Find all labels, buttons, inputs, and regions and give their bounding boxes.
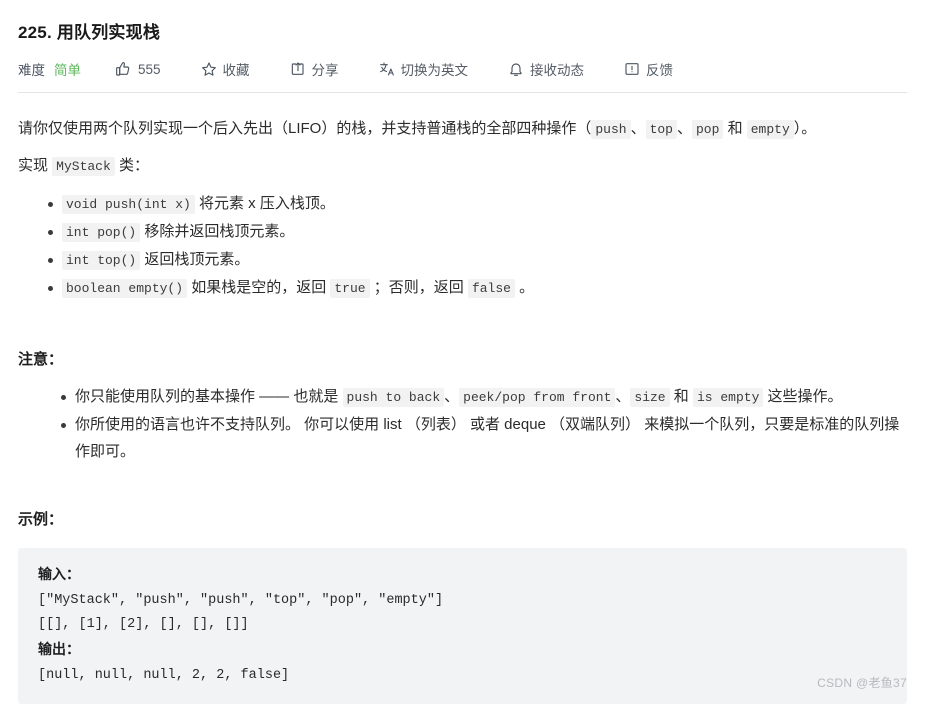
share-button[interactable]: 分享: [290, 59, 339, 79]
problem-title-text: 用队列实现栈: [51, 23, 161, 42]
code-is-empty: is empty: [692, 388, 764, 407]
thumbs-up-icon: [115, 61, 131, 77]
api-signature: void push(int x): [62, 195, 195, 214]
code-true: true: [330, 279, 370, 298]
api-description: 移除并返回栈顶元素。: [140, 223, 295, 240]
example-input-label: 输入：: [38, 566, 80, 582]
api-description: 将元素 x 压入栈顶。: [194, 195, 335, 212]
code-peek-pop-from-front: peek/pop from front: [459, 388, 616, 407]
list-item: 你所使用的语言也许不支持队列。 你可以使用 list （列表） 或者 deque…: [61, 411, 907, 465]
star-icon: [201, 61, 217, 77]
desc-p2-a: 实现: [18, 157, 53, 174]
example-output-line-1: [null, null, null, 2, 2, false]: [38, 668, 290, 683]
notes-heading: 注意：: [18, 351, 64, 368]
translate-label: 切换为英文: [400, 63, 469, 78]
description-paragraph-1: 请你仅使用两个队列实现一个后入先出（LIFO）的栈，并支持普通栈的全部四种操作（…: [18, 114, 907, 145]
code-push: push: [591, 120, 631, 139]
api-description-3: 。: [514, 279, 535, 296]
code-size: size: [630, 388, 670, 407]
list-item: boolean empty() 如果栈是空的，返回 true ；否则，返回 fa…: [48, 274, 907, 302]
difficulty: 难度 简单: [18, 59, 81, 79]
code-push-to-back: push to back: [342, 388, 445, 407]
example-heading: 示例：: [18, 511, 64, 528]
code-mystack: MyStack: [52, 157, 115, 176]
note1-b: 、: [444, 388, 460, 405]
note1-c: 、: [615, 388, 631, 405]
problem-description: 请你仅使用两个队列实现一个后入先出（LIFO）的栈，并支持普通栈的全部四种操作（…: [18, 101, 907, 704]
api-method-list: void push(int x) 将元素 x 压入栈顶。 int pop() 移…: [18, 190, 907, 302]
problem-toolbar: 难度 简单 555 收藏 分享 切换为英文 接收动态 反馈: [18, 57, 907, 81]
desc-p1-a: 请你仅使用两个队列实现一个后入先出（LIFO）的栈，并支持普通栈的全部四种操作（: [18, 120, 592, 137]
desc-p1-e: ）。: [793, 120, 817, 137]
like-count: 555: [138, 61, 161, 77]
list-item: int top() 返回栈顶元素。: [48, 246, 907, 274]
example-code-block: 输入： ["MyStack", "push", "push", "top", "…: [18, 548, 907, 704]
favorite-label: 收藏: [222, 63, 250, 78]
example-input-line-2: [[], [1], [2], [], [], []]: [38, 617, 249, 632]
desc-p1-c: 、: [676, 120, 692, 137]
api-description-2: ；否则，返回: [369, 279, 468, 296]
note1-a: 你只能使用队列的基本操作 —— 也就是: [75, 388, 343, 405]
feedback-icon: [624, 61, 640, 77]
problem-page: 225. 用队列实现栈 难度 简单 555 收藏 分享 切换为英文 接收动态 反…: [0, 0, 925, 704]
api-signature: boolean empty(): [62, 279, 188, 298]
share-icon: [290, 61, 306, 77]
favorite-button[interactable]: 收藏: [201, 59, 250, 79]
code-top: top: [645, 120, 677, 139]
list-item: 你只能使用队列的基本操作 —— 也就是 push to back、 peek/po…: [61, 383, 907, 411]
desc-p2-b: 类：: [114, 157, 149, 174]
api-description: 返回栈顶元素。: [140, 251, 250, 268]
desc-p1-b: 、: [630, 120, 646, 137]
api-description: 如果栈是空的，返回: [187, 279, 331, 296]
subscribe-button[interactable]: 接收动态: [508, 59, 584, 79]
list-item: void push(int x) 将元素 x 压入栈顶。: [48, 190, 907, 218]
subscribe-label: 接收动态: [530, 63, 585, 78]
code-pop: pop: [692, 120, 724, 139]
bell-icon: [508, 61, 524, 77]
difficulty-value: 简单: [54, 63, 81, 78]
code-false: false: [467, 279, 515, 298]
example-input-line-1: ["MyStack", "push", "push", "top", "pop"…: [38, 593, 444, 608]
note1-d: 和: [669, 388, 693, 405]
api-signature: int top(): [62, 251, 141, 270]
watermark: CSDN @老鱼37: [817, 676, 907, 690]
feedback-label: 反馈: [646, 63, 674, 78]
difficulty-label: 难度: [18, 63, 45, 78]
problem-number: 225.: [18, 23, 52, 42]
api-signature: int pop(): [62, 223, 141, 242]
description-paragraph-2: 实现 MyStack 类：: [18, 151, 907, 182]
notes-list: 你只能使用队列的基本操作 —— 也就是 push to back、 peek/po…: [18, 383, 907, 465]
translate-icon: [379, 61, 395, 77]
list-item: int pop() 移除并返回栈顶元素。: [48, 218, 907, 246]
like-button[interactable]: 555: [115, 61, 161, 77]
share-label: 分享: [311, 63, 339, 78]
feedback-button[interactable]: 反馈: [624, 59, 673, 79]
code-empty: empty: [746, 120, 794, 139]
translate-button[interactable]: 切换为英文: [379, 59, 469, 79]
desc-p1-d: 和: [723, 120, 747, 137]
note1-e: 这些操作。: [763, 388, 843, 405]
example-output-label: 输出：: [38, 641, 80, 657]
header-divider: [18, 92, 907, 93]
page-title: 225. 用队列实现栈: [18, 0, 907, 46]
